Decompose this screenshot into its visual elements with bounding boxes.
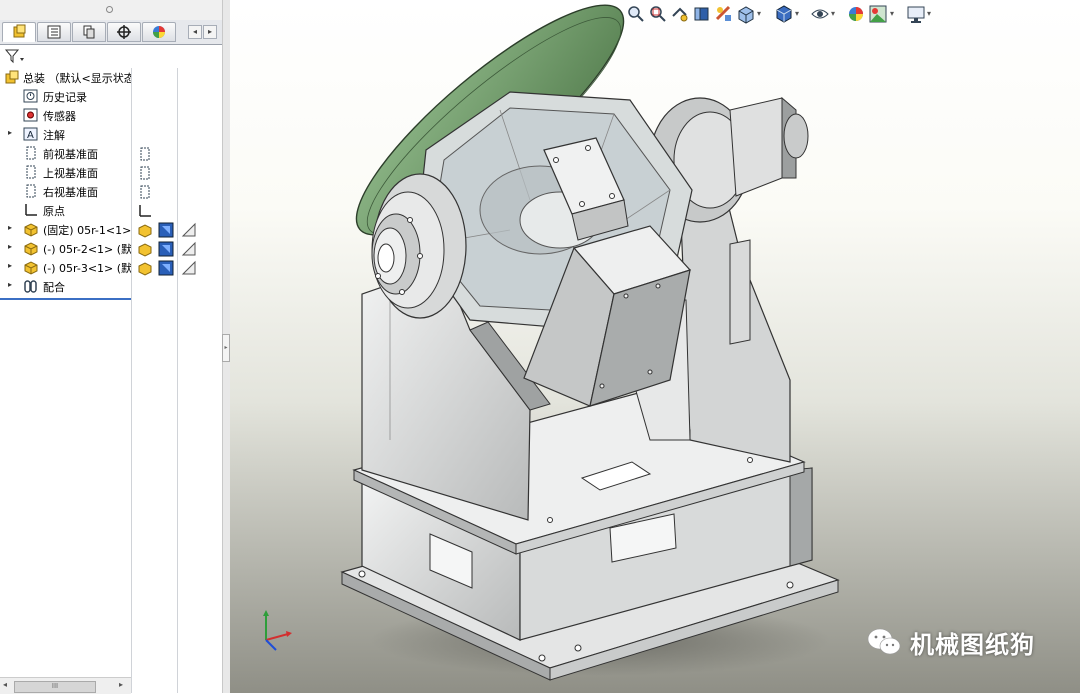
tab-scroll-left[interactable]: ◂ [188, 25, 202, 39]
tree-item-label: 上视基准面 [43, 167, 98, 180]
expand-arrow-icon[interactable]: ▸ [8, 261, 12, 270]
tree-item-label: 传感器 [43, 110, 76, 123]
tree-item-part-05r-3[interactable]: ▸ (-) 05r-3<1> (默认 [0, 258, 131, 277]
plane-status-icon [140, 166, 150, 180]
part-status-icon[interactable] [137, 260, 153, 276]
tree-item-history[interactable]: 历史记录 [0, 87, 131, 106]
column-divider [177, 68, 178, 693]
grip-dot [106, 6, 113, 13]
tree-item-label: 原点 [43, 205, 65, 218]
display-mode-icon[interactable] [181, 241, 197, 257]
scroll-left-arrow-icon[interactable]: ◂ [3, 680, 7, 689]
crosshair-icon [117, 25, 131, 39]
color-wheel-icon [153, 26, 165, 38]
expand-arrow-icon[interactable]: ▸ [8, 242, 12, 251]
feature-manager-panel: ◂ ▸ 总装 （默认<显示状态- 历史记录 传感器 ▸ A 注解 前视基准面 上… [0, 0, 223, 694]
tree-item-label: 历史记录 [43, 91, 87, 104]
expand-arrow-icon[interactable]: ▸ [8, 128, 12, 137]
history-icon [23, 89, 38, 103]
configuration-icon [83, 25, 95, 39]
assembly-tab-icon [13, 24, 26, 38]
tree-item-label: 注解 [43, 129, 65, 142]
tree-end-marker [0, 298, 131, 300]
plane-status-icon [140, 185, 150, 199]
configurationmanager-tab[interactable] [72, 22, 106, 42]
panel-grip[interactable] [0, 0, 222, 20]
part-icon [24, 223, 38, 237]
display-mode-icon[interactable] [181, 222, 197, 238]
filter-icon[interactable] [4, 48, 26, 66]
svg-text:A: A [27, 130, 34, 141]
expand-arrow-icon[interactable]: ▸ [8, 280, 12, 289]
graphics-area[interactable]: ▾ ▾ ▾ ▾ ▾ 机械图纸狗 [230, 0, 1080, 693]
tree-item-label: (-) 05r-2<1> (默认 [43, 243, 131, 256]
property-list-icon [47, 25, 61, 39]
part-icon [24, 261, 38, 275]
tree-item-label: 配合 [43, 281, 65, 294]
part-icon [24, 242, 38, 256]
display-manager-tab[interactable] [142, 22, 176, 42]
tree-item-label: 总装 （默认<显示状态- [23, 72, 131, 85]
annotation-icon: A [23, 127, 38, 141]
part-status-icon[interactable] [137, 241, 153, 257]
origin-icon [25, 204, 37, 216]
expand-arrow-icon[interactable]: ▸ [8, 223, 12, 232]
tree-item-label: 前视基准面 [43, 148, 98, 161]
tab-scroll-right[interactable]: ▸ [203, 25, 217, 39]
tree-item-annotations[interactable]: ▸ A 注解 [0, 125, 131, 144]
mates-icon [24, 280, 37, 293]
tree-item-sensors[interactable]: 传感器 [0, 106, 131, 125]
tree-item-part-05r-2[interactable]: ▸ (-) 05r-2<1> (默认 [0, 239, 131, 258]
appearance-icon[interactable] [158, 241, 174, 257]
plane-status-icon [140, 147, 150, 161]
manager-tab-bar: ◂ ▸ [0, 20, 222, 45]
filter-row [0, 45, 130, 67]
origin-status-icon [139, 205, 151, 217]
positioner-assembly-model[interactable] [230, 0, 1080, 693]
appearance-icon[interactable] [158, 260, 174, 276]
tree-item-label: (-) 05r-3<1> (默认 [43, 262, 131, 275]
watermark-text: 机械图纸狗 [910, 630, 1035, 659]
plane-icon [26, 184, 36, 198]
display-mode-icon[interactable] [181, 260, 197, 276]
appearance-icon[interactable] [158, 222, 174, 238]
horizontal-scrollbar[interactable]: ◂ III ▸ [0, 677, 131, 694]
tree-item-label: 右视基准面 [43, 186, 98, 199]
tree-item-label: (固定) 05r-1<1> ( [43, 224, 131, 237]
tree-item-front-plane[interactable]: 前视基准面 [0, 144, 131, 163]
feature-tree: 总装 （默认<显示状态- 历史记录 传感器 ▸ A 注解 前视基准面 上视基准面 [0, 68, 131, 298]
tree-item-part-05r-1[interactable]: ▸ (固定) 05r-1<1> ( [0, 220, 131, 239]
plane-icon [26, 146, 36, 160]
dimxpert-tab[interactable] [107, 22, 141, 42]
tree-item-right-plane[interactable]: 右视基准面 [0, 182, 131, 201]
wechat-logo-icon [867, 628, 901, 655]
tree-item-mates[interactable]: ▸ 配合 [0, 277, 131, 296]
tree-item-origin[interactable]: 原点 [0, 201, 131, 220]
tree-item-top-plane[interactable]: 上视基准面 [0, 163, 131, 182]
collapse-panel-handle[interactable]: ▸ [222, 334, 230, 362]
watermark: 机械图纸狗 [866, 622, 1035, 662]
scroll-thumb[interactable]: III [14, 681, 96, 693]
tree-item-assembly[interactable]: 总装 （默认<显示状态- [0, 68, 131, 87]
scroll-right-arrow-icon[interactable]: ▸ [119, 680, 123, 689]
featuremanager-tab[interactable] [2, 22, 36, 42]
assembly-icon [5, 70, 19, 84]
plane-icon [26, 165, 36, 179]
coordinate-triad-icon [263, 610, 292, 651]
sensor-icon [23, 108, 38, 122]
part-status-icon[interactable] [137, 222, 153, 238]
column-divider [131, 68, 132, 693]
propertymanager-tab[interactable] [37, 22, 71, 42]
